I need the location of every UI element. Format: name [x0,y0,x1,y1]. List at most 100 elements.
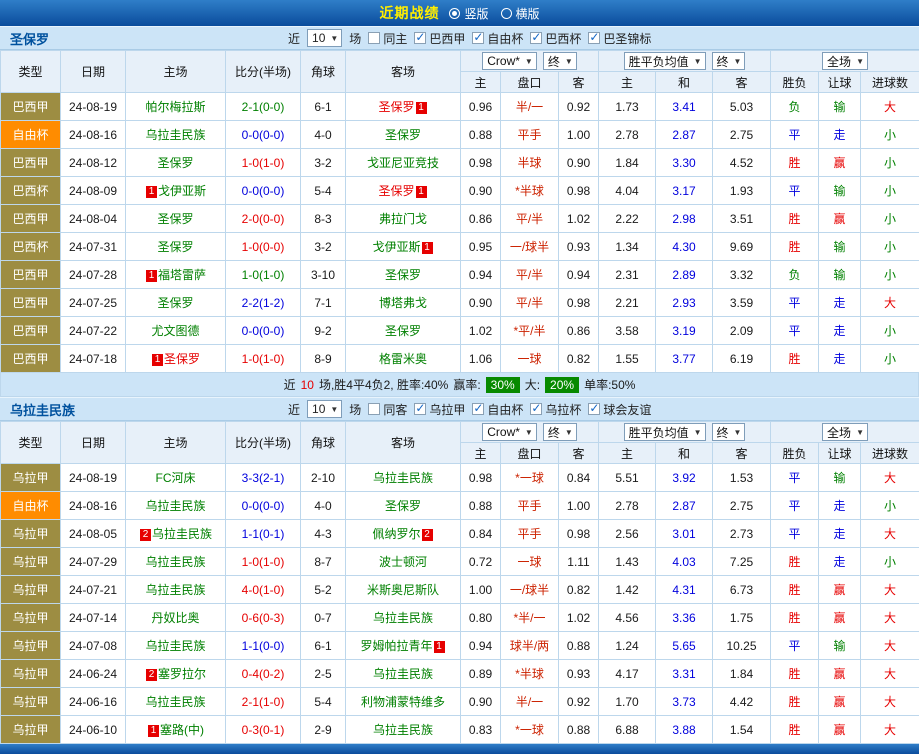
away-team-name[interactable]: 乌拉圭民族 [373,723,433,737]
avg-stage-select[interactable]: 终▼ [712,52,746,70]
avg-stage-select[interactable]: 终▼ [712,423,746,441]
radio-icon[interactable] [449,8,460,19]
home-team-name[interactable]: 塞路(中) [160,723,204,737]
away-team-name[interactable]: 罗姆帕拉青年 [360,639,432,653]
competition-checkbox-3[interactable]: 球会友谊 [588,401,651,418]
competition-checkbox-0-label: 巴西甲 [429,30,465,47]
checkbox-icon[interactable] [588,403,600,415]
away-team-name[interactable]: 博塔弗戈 [379,296,427,310]
home-team-name[interactable]: 丹奴比奥 [151,611,199,625]
away-team-name[interactable]: 圣保罗 [378,100,414,114]
sub-col-header-5: 客 [713,443,771,464]
competition-checkbox-3[interactable]: 巴圣锦标 [588,30,651,47]
competition-checkbox-0[interactable]: 乌拉甲 [414,401,465,418]
view-option-0[interactable]: 竖版 [449,5,488,22]
home-team-name[interactable]: 福塔雷萨 [158,268,206,282]
competition-checkbox-2[interactable]: 巴西杯 [530,30,581,47]
sections-container: 圣保罗近10▼场同主巴西甲自由杯巴西杯巴圣锦标类型日期主场比分(半场)角球客场C… [0,26,919,744]
recent-count-select[interactable]: 10▼ [307,400,342,418]
checkbox-icon[interactable] [368,403,380,415]
away-team-name[interactable]: 戈亚尼亚竞技 [367,156,439,170]
home-team-name[interactable]: 乌拉圭民族 [152,527,212,541]
checkbox-icon[interactable] [472,403,484,415]
home-team-name[interactable]: 乌拉圭民族 [145,583,205,597]
home-team-name[interactable]: 乌拉圭民族 [145,499,205,513]
home-team-name[interactable]: 圣保罗 [157,156,193,170]
home-team-name[interactable]: 戈伊亚斯 [158,184,206,198]
home-team-name[interactable]: FC河床 [156,471,196,485]
home-team-name[interactable]: 尤文图德 [151,324,199,338]
result-handicap: 赢 [819,604,861,632]
home-team-name[interactable]: 乌拉圭民族 [145,639,205,653]
away-team-name[interactable]: 乌拉圭民族 [373,667,433,681]
odds-company-select[interactable]: Crow*▼ [482,423,537,441]
checkbox-icon[interactable] [588,32,600,44]
home-team-name[interactable]: 帕尔梅拉斯 [145,100,205,114]
away-team-name[interactable]: 波士顿河 [379,555,427,569]
checkbox-icon[interactable] [414,32,426,44]
corners-cell: 3-2 [301,149,346,177]
home-team-name[interactable]: 圣保罗 [157,240,193,254]
home-team-name[interactable]: 圣保罗 [164,352,200,366]
away-team-name[interactable]: 圣保罗 [385,128,421,142]
home-team-name[interactable]: 圣保罗 [157,296,193,310]
home-team-name[interactable]: 塞罗拉尔 [158,667,206,681]
scope-select[interactable]: 全场▼ [822,52,868,70]
same-venue-checkbox[interactable]: 同主 [368,30,407,47]
view-option-label: 竖版 [464,5,488,22]
same-venue-checkbox[interactable]: 同客 [368,401,407,418]
scope-select[interactable]: 全场▼ [822,423,868,441]
competition-checkbox-0[interactable]: 巴西甲 [414,30,465,47]
away-team-name[interactable]: 利物浦蒙特维多 [361,695,445,709]
sub-col-header-3: 主 [599,443,656,464]
result-goals: 大 [861,632,919,660]
away-team-name[interactable]: 米斯奥尼斯队 [367,583,439,597]
away-team-name[interactable]: 佩纳罗尔 [372,527,420,541]
checkbox-icon[interactable] [530,403,542,415]
home-team: 乌拉圭民族 [126,632,226,660]
recent-label: 近 [288,30,300,47]
odds-header-cell: Crow*▼ 终▼ [461,51,599,72]
corners-cell: 7-1 [301,289,346,317]
competition-checkbox-1[interactable]: 自由杯 [472,30,523,47]
away-team-name[interactable]: 戈伊亚斯 [372,240,420,254]
radio-icon[interactable] [501,8,512,19]
col-home-header: 主场 [126,422,226,464]
match-date: 24-08-09 [61,177,126,205]
avg-odds-select[interactable]: 胜平负均值▼ [624,52,706,70]
avg-draw: 4.31 [656,576,713,604]
red-card-badge: 1 [434,641,445,653]
away-team-name[interactable]: 圣保罗 [378,184,414,198]
competition-checkbox-1[interactable]: 自由杯 [472,401,523,418]
home-team-name[interactable]: 乌拉圭民族 [145,128,205,142]
away-team-name[interactable]: 圣保罗 [385,268,421,282]
result-goals: 大 [861,520,919,548]
home-team-name[interactable]: 乌拉圭民族 [145,555,205,569]
home-team-name[interactable]: 圣保罗 [157,212,193,226]
match-date: 24-07-25 [61,289,126,317]
section-team-name: 乌拉圭民族 [0,400,288,419]
home-team: 乌拉圭民族 [126,548,226,576]
odds-stage-select[interactable]: 终▼ [543,52,577,70]
odds-company-select[interactable]: Crow*▼ [482,52,537,70]
away-team-name[interactable]: 圣保罗 [385,499,421,513]
view-option-1[interactable]: 横版 [501,5,540,22]
checkbox-icon[interactable] [368,32,380,44]
checkbox-icon[interactable] [530,32,542,44]
competition-badge: 巴西甲 [1,289,61,317]
odds-stage-select[interactable]: 终▼ [543,423,577,441]
home-team-name[interactable]: 乌拉圭民族 [145,695,205,709]
away-team-name[interactable]: 格雷米奥 [379,352,427,366]
competition-checkbox-2[interactable]: 乌拉杯 [530,401,581,418]
checkbox-icon[interactable] [414,403,426,415]
recent-count-select[interactable]: 10▼ [307,29,342,47]
home-team: 1圣保罗 [126,345,226,373]
odds-away: 0.94 [559,261,599,289]
avg-odds-select[interactable]: 胜平负均值▼ [624,423,706,441]
checkbox-icon[interactable] [472,32,484,44]
competition-checkbox-1-label: 自由杯 [487,30,523,47]
away-team-name[interactable]: 乌拉圭民族 [373,611,433,625]
away-team-name[interactable]: 圣保罗 [385,324,421,338]
away-team-name[interactable]: 弗拉门戈 [379,212,427,226]
away-team-name[interactable]: 乌拉圭民族 [373,471,433,485]
